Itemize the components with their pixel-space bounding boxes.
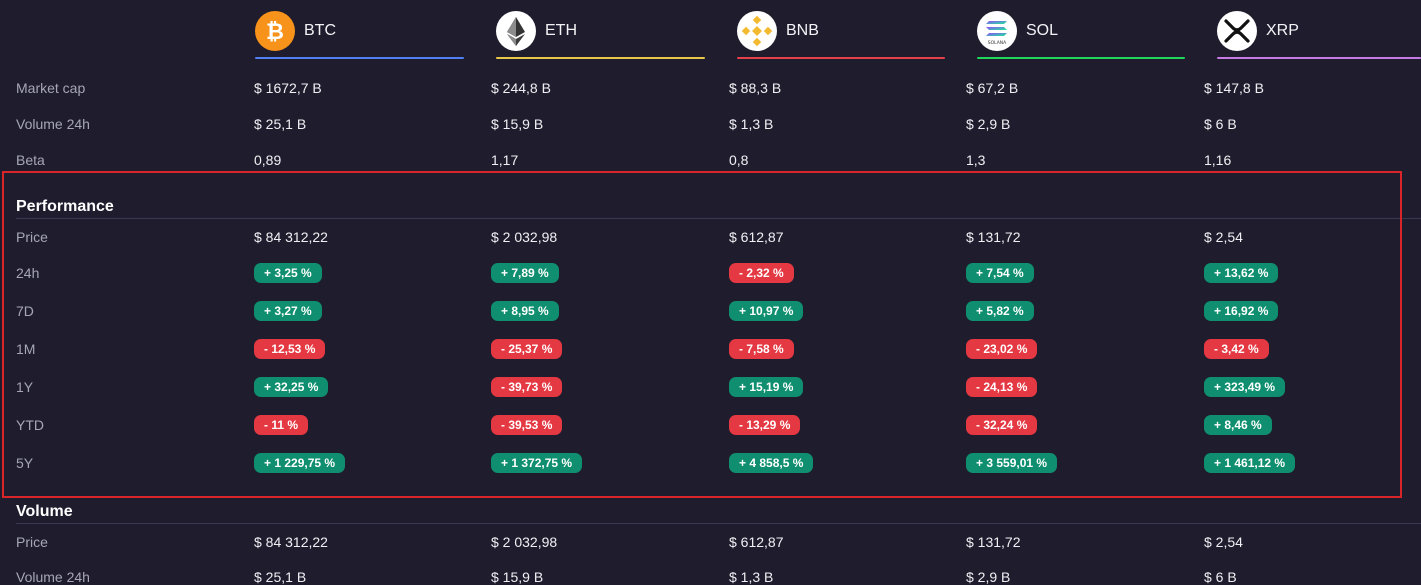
change-7d-eth: + 8,95 % <box>491 301 559 321</box>
coin-underline <box>977 57 1185 59</box>
volume-vol24-bnb: $ 1,3 B <box>729 569 774 585</box>
change-ytd-eth: - 39,53 % <box>491 415 563 435</box>
volume-vol24-btc: $ 25,1 B <box>254 569 307 585</box>
coin-underline <box>496 57 705 59</box>
price-btc: $ 84 312,22 <box>254 229 328 245</box>
change-24h-xrp: + 13,62 % <box>1204 263 1279 283</box>
price-xrp: $ 2,54 <box>1204 229 1243 245</box>
change-1m-xrp: - 3,42 % <box>1204 339 1269 359</box>
volume-price-xrp: $ 2,54 <box>1204 534 1243 550</box>
coin-header-eth[interactable]: ETH <box>496 8 705 60</box>
section-divider <box>16 218 1421 219</box>
change-7d-btc: + 3,27 % <box>254 301 322 321</box>
change-24h-sol: + 7,54 % <box>966 263 1034 283</box>
coin-symbol: BTC <box>304 22 336 39</box>
price-bnb: $ 612,87 <box>729 229 784 245</box>
beta-eth: 1,17 <box>491 152 519 168</box>
coin-underline <box>1217 57 1421 59</box>
change-ytd-btc: - 11 % <box>254 415 309 435</box>
row-label-5y: 5Y <box>16 455 34 471</box>
change-1m-bnb: - 7,58 % <box>729 339 794 359</box>
row-label-7d: 7D <box>16 303 34 319</box>
row-label-1m: 1M <box>16 341 36 357</box>
price-sol: $ 131,72 <box>966 229 1021 245</box>
volume-24h-btc: $ 25,1 B <box>254 116 307 132</box>
market-cap-btc: $ 1672,7 B <box>254 80 322 96</box>
change-5y-bnb: + 4 858,5 % <box>729 453 814 473</box>
price-eth: $ 2 032,98 <box>491 229 558 245</box>
change-1m-btc: - 12,53 % <box>254 339 326 359</box>
coin-header-sol[interactable]: SOLANA SOL <box>977 8 1185 60</box>
sol-logo-text: SOLANA <box>988 40 1007 46</box>
change-7d-bnb: + 10,97 % <box>729 301 804 321</box>
row-label-ytd: YTD <box>16 417 44 433</box>
volume-price-btc: $ 84 312,22 <box>254 534 328 550</box>
volume-price-eth: $ 2 032,98 <box>491 534 558 550</box>
volume-24h-eth: $ 15,9 B <box>491 116 544 132</box>
market-cap-sol: $ 67,2 B <box>966 80 1019 96</box>
volume-24h-sol: $ 2,9 B <box>966 116 1011 132</box>
change-1m-eth: - 25,37 % <box>491 339 563 359</box>
bnb-icon <box>737 11 777 51</box>
xrp-icon <box>1217 11 1257 51</box>
beta-bnb: 0,8 <box>729 152 749 168</box>
row-label: Beta <box>16 152 45 168</box>
row-label: Volume 24h <box>16 116 90 132</box>
eth-icon <box>496 11 536 51</box>
volume-vol24-xrp: $ 6 B <box>1204 569 1237 585</box>
change-1y-btc: + 32,25 % <box>254 377 329 397</box>
change-7d-xrp: + 16,92 % <box>1204 301 1279 321</box>
row-label-24h: 24h <box>16 265 40 281</box>
row-label: Price <box>16 229 48 245</box>
highlight-box <box>2 171 1402 498</box>
change-ytd-xrp: + 8,46 % <box>1204 415 1272 435</box>
volume-section-title: Volume <box>16 503 73 520</box>
change-5y-sol: + 3 559,01 % <box>966 453 1058 473</box>
volume-vol24-eth: $ 15,9 B <box>491 569 544 585</box>
row-label: Market cap <box>16 80 86 96</box>
coin-symbol: XRP <box>1266 22 1299 39</box>
market-cap-bnb: $ 88,3 B <box>729 80 782 96</box>
volume-24h-bnb: $ 1,3 B <box>729 116 774 132</box>
change-1y-eth: - 39,73 % <box>491 377 563 397</box>
coin-symbol: SOL <box>1026 22 1059 39</box>
change-1y-sol: - 24,13 % <box>966 377 1038 397</box>
change-24h-eth: + 7,89 % <box>491 263 559 283</box>
change-ytd-bnb: - 13,29 % <box>729 415 801 435</box>
coin-underline <box>737 57 945 59</box>
beta-sol: 1,3 <box>966 152 986 168</box>
change-5y-xrp: + 1 461,12 % <box>1204 453 1296 473</box>
beta-btc: 0,89 <box>254 152 282 168</box>
market-cap-xrp: $ 147,8 B <box>1204 80 1264 96</box>
change-24h-bnb: - 2,32 % <box>729 263 794 283</box>
row-label-1y: 1Y <box>16 379 34 395</box>
volume-vol24-sol: $ 2,9 B <box>966 569 1011 585</box>
change-5y-eth: + 1 372,75 % <box>491 453 583 473</box>
change-1y-xrp: + 323,49 % <box>1204 377 1286 397</box>
performance-section-title: Performance <box>16 198 114 215</box>
row-label: Volume 24h <box>16 569 90 585</box>
market-cap-eth: $ 244,8 B <box>491 80 551 96</box>
change-1m-sol: - 23,02 % <box>966 339 1038 359</box>
volume-24h-xrp: $ 6 B <box>1204 116 1237 132</box>
coin-header-bnb[interactable]: BNB <box>737 8 945 60</box>
change-5y-btc: + 1 229,75 % <box>254 453 346 473</box>
row-label: Price <box>16 534 48 550</box>
volume-price-bnb: $ 612,87 <box>729 534 784 550</box>
coin-header-xrp[interactable]: XRP <box>1217 8 1421 60</box>
section-divider <box>16 523 1421 524</box>
coin-symbol: BNB <box>786 22 819 39</box>
coin-underline <box>255 57 464 59</box>
svg-text:₿: ₿ <box>266 20 284 45</box>
coin-header-btc[interactable]: ₿ BTC <box>255 8 464 60</box>
sol-icon: SOLANA <box>977 11 1017 51</box>
beta-xrp: 1,16 <box>1204 152 1232 168</box>
change-7d-sol: + 5,82 % <box>966 301 1034 321</box>
change-24h-btc: + 3,25 % <box>254 263 322 283</box>
volume-price-sol: $ 131,72 <box>966 534 1021 550</box>
btc-icon: ₿ <box>255 11 295 51</box>
change-ytd-sol: - 32,24 % <box>966 415 1038 435</box>
change-1y-bnb: + 15,19 % <box>729 377 804 397</box>
coin-symbol: ETH <box>545 22 577 39</box>
